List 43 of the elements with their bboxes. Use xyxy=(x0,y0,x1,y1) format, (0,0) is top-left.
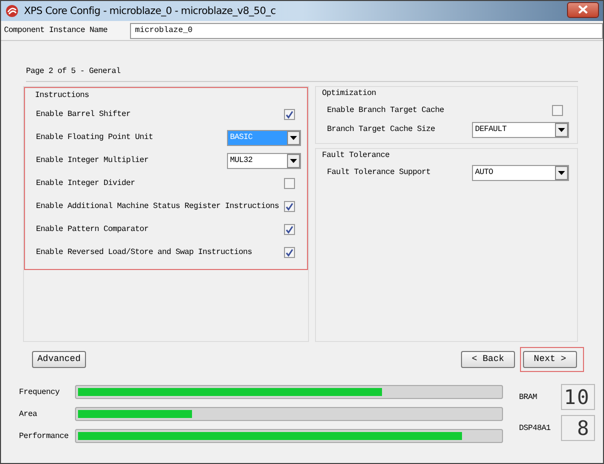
resource-label: DSP48A1 xyxy=(519,424,552,432)
digit-display: 10 xyxy=(561,384,595,410)
checkbox[interactable] xyxy=(284,109,295,120)
dropdown[interactable]: MUL32 xyxy=(227,152,301,168)
resource-label: BRAM xyxy=(519,392,538,402)
option-label: Enable Barrel Shifter xyxy=(36,110,131,119)
caret-icon xyxy=(290,158,297,162)
caret-icon xyxy=(290,136,297,140)
field-label: Component Instance Name xyxy=(3,26,109,35)
caret-icon xyxy=(558,170,565,174)
close-icon xyxy=(578,5,588,14)
option-label: Fault Tolerance Support xyxy=(327,168,431,177)
option-label: Enable Reversed Load/Store and Swap Instructions xyxy=(36,248,252,257)
checkbox[interactable] xyxy=(284,201,295,212)
meter-label: Area xyxy=(19,410,38,418)
group-title: Fault Tolerance xyxy=(322,150,391,162)
option-label: Enable Additional Machine Status Register Instructions xyxy=(36,202,280,211)
checkbox[interactable] xyxy=(284,178,295,189)
checkbox[interactable] xyxy=(552,105,563,116)
close-button[interactable] xyxy=(567,2,599,18)
meter-label: Performance xyxy=(19,432,70,440)
meter-label: Frequency xyxy=(19,388,61,396)
app-icon xyxy=(5,4,19,18)
group-title: Instructions xyxy=(35,90,90,102)
option-label: Enable Integer Multiplier xyxy=(36,156,149,165)
option-label: Enable Floating Point Unit xyxy=(36,133,154,142)
wizard-button[interactable]: Next > xyxy=(523,350,577,368)
digit-display: 8 xyxy=(561,415,595,441)
option-label: Enable Branch Target Cache xyxy=(327,106,444,115)
option-label: Branch Target Cache Size xyxy=(327,125,436,134)
checkbox[interactable] xyxy=(284,247,295,258)
page-label: Page 2 of 5 - General xyxy=(26,67,578,82)
wizard-button[interactable]: Advanced xyxy=(32,350,86,368)
dropdown[interactable]: AUTO xyxy=(472,164,569,180)
window-title: XPS Core Config - microblaze_0 - microblaze_v8_50_c xyxy=(24,6,277,16)
dropdown[interactable]: DEFAULT xyxy=(472,122,569,138)
option-label: Enable Integer Divider xyxy=(36,179,136,188)
option-label: Enable Pattern Comparator xyxy=(36,225,149,234)
wizard-button[interactable]: < Back xyxy=(461,350,515,368)
caret-icon xyxy=(558,128,565,132)
group-title: Optimization xyxy=(322,88,378,100)
checkbox[interactable] xyxy=(284,224,295,235)
instance-name-field[interactable]: microblaze_0 xyxy=(130,22,603,38)
